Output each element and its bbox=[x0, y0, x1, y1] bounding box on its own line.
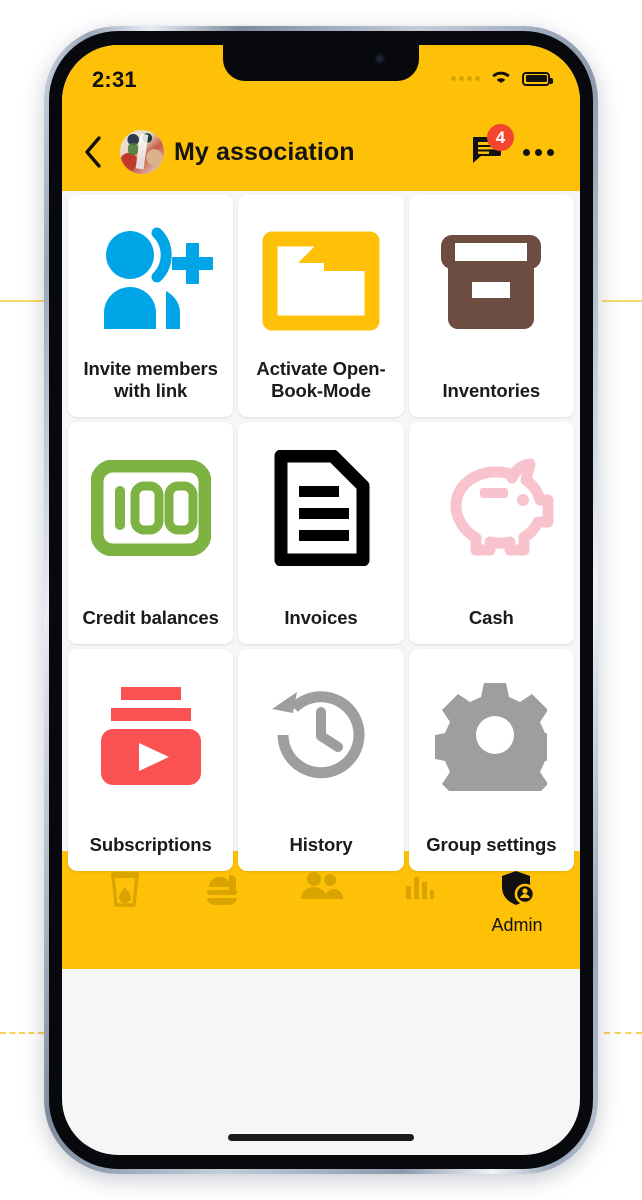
card-open-book-mode[interactable]: Activate Open-Book-Mode bbox=[238, 195, 404, 417]
phone-bezel: 2:31 My association 4 Invite members wit… bbox=[49, 31, 593, 1169]
status-time: 2:31 bbox=[92, 67, 137, 92]
folder-icon bbox=[262, 217, 380, 345]
card-cash[interactable]: Cash bbox=[408, 422, 574, 644]
card-label: Inventories bbox=[442, 380, 541, 402]
drink-cup-icon bbox=[108, 869, 142, 914]
back-chevron-icon[interactable] bbox=[76, 132, 110, 172]
chat-button[interactable]: 4 bbox=[466, 124, 514, 173]
screenshot-stage: 2:31 My association 4 Invite members wit… bbox=[0, 0, 642, 1200]
card-label: Cash bbox=[468, 607, 514, 629]
status-bar: 2:31 bbox=[62, 45, 580, 113]
card-inventories[interactable]: Inventories bbox=[408, 195, 574, 417]
archive-box-icon bbox=[435, 217, 547, 345]
document-lines-icon bbox=[269, 444, 373, 572]
more-horizontal-icon[interactable] bbox=[518, 132, 558, 172]
decor-line-left-top bbox=[0, 300, 46, 302]
cellular-dots-icon bbox=[451, 76, 480, 81]
card-label: Invoices bbox=[284, 607, 358, 629]
bottom-tab-bar: Admin bbox=[62, 851, 580, 969]
admin-shield-icon bbox=[498, 869, 536, 912]
tab-statistics[interactable] bbox=[375, 869, 463, 911]
tab-food[interactable] bbox=[179, 869, 267, 917]
people-icon bbox=[299, 869, 343, 910]
card-label: Group settings bbox=[426, 834, 557, 856]
decor-line-right-top bbox=[602, 300, 642, 302]
tab-drinks[interactable] bbox=[81, 869, 169, 917]
banknote-100-icon bbox=[90, 444, 211, 572]
card-label: Subscriptions bbox=[89, 834, 212, 856]
food-tray-icon bbox=[203, 869, 243, 914]
page-title: My association bbox=[174, 137, 355, 166]
card-invoices[interactable]: Invoices bbox=[238, 422, 404, 644]
phone-frame: 2:31 My association 4 Invite members wit… bbox=[44, 26, 598, 1174]
decor-line-left-bottom bbox=[0, 1032, 44, 1034]
card-label: Activate Open-Book-Mode bbox=[256, 357, 386, 402]
status-badge: 4 bbox=[487, 124, 514, 151]
home-indicator[interactable] bbox=[228, 1134, 414, 1141]
battery-full-icon bbox=[522, 71, 553, 86]
card-invite-members[interactable]: Invite members with link bbox=[68, 195, 234, 417]
card-label: Invite members with link bbox=[83, 357, 218, 402]
admin-grid: Invite members with link Activate Open-B… bbox=[64, 195, 578, 871]
gear-icon bbox=[435, 671, 548, 799]
decor-line-right-bottom bbox=[604, 1032, 642, 1034]
card-label: Credit balances bbox=[82, 607, 219, 629]
tab-label: Admin bbox=[491, 915, 543, 935]
card-group-settings[interactable]: Group settings bbox=[408, 649, 574, 871]
bar-chart-icon bbox=[402, 869, 436, 908]
avatar[interactable] bbox=[120, 130, 164, 174]
card-label: History bbox=[289, 834, 353, 856]
piggy-bank-icon bbox=[428, 444, 554, 572]
admin-grid-content: Invite members with link Activate Open-B… bbox=[62, 191, 580, 871]
tab-people[interactable] bbox=[277, 869, 365, 913]
app-bar: My association 4 bbox=[62, 113, 580, 191]
notch bbox=[223, 45, 419, 81]
history-clock-icon bbox=[263, 671, 379, 799]
wifi-icon bbox=[489, 67, 513, 90]
subscriptions-play-icon bbox=[95, 671, 207, 799]
card-credit-balances[interactable]: Credit balances bbox=[68, 422, 234, 644]
status-indicators bbox=[451, 67, 553, 90]
front-camera-icon bbox=[374, 53, 385, 64]
card-subscriptions[interactable]: Subscriptions bbox=[68, 649, 234, 871]
person-add-icon bbox=[88, 217, 214, 345]
card-history[interactable]: History bbox=[238, 649, 404, 871]
phone-screen: 2:31 My association 4 Invite members wit… bbox=[62, 45, 580, 1155]
tab-admin[interactable]: Admin bbox=[473, 869, 561, 936]
